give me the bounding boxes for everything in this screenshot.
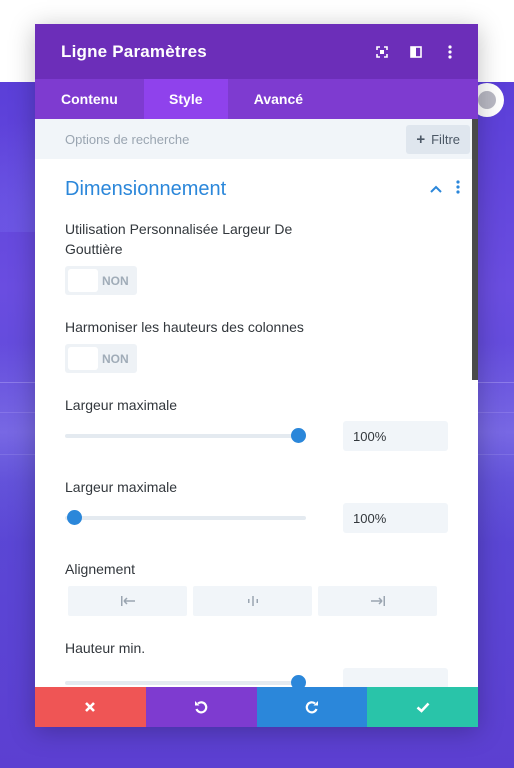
- modal-title: Ligne Paramètres: [61, 41, 207, 61]
- field-label: Harmoniser les hauteurs des colonnes: [65, 319, 304, 335]
- search-row: Options de recherche + Filtre: [35, 119, 478, 159]
- filter-button[interactable]: + Filtre: [406, 124, 470, 154]
- row-settings-modal: Ligne Paramètres Contenu Style Avancé Op…: [35, 24, 478, 727]
- section-title: Dimensionnement: [65, 177, 227, 200]
- sidebar-icon[interactable]: [408, 44, 424, 60]
- redo-button[interactable]: [256, 687, 368, 727]
- scrollbar[interactable]: [472, 119, 478, 380]
- plus-icon: +: [416, 130, 426, 148]
- right-align-icon: [370, 596, 385, 606]
- more-vertical-icon[interactable]: [456, 179, 460, 199]
- toggle-text: NON: [102, 273, 129, 288]
- settings-scroll-area[interactable]: Options de recherche + Filtre Dimensionn…: [35, 119, 478, 687]
- field-label: Hauteur min.: [65, 640, 146, 656]
- field-min-height: Hauteur min.: [35, 638, 478, 687]
- section-controls: [430, 179, 460, 199]
- tab-contenu[interactable]: Contenu: [35, 79, 144, 119]
- slider-row: [65, 668, 448, 687]
- equalize-toggle[interactable]: NON: [65, 344, 137, 373]
- toggle-text: NON: [102, 351, 129, 366]
- tab-avance[interactable]: Avancé: [228, 79, 329, 119]
- field-max-width-2: Largeur maximale 100%: [35, 477, 478, 533]
- more-vertical-icon[interactable]: [442, 44, 458, 60]
- redo-icon: [305, 701, 318, 714]
- cancel-button[interactable]: [35, 687, 146, 727]
- field-label: Alignement: [65, 561, 136, 577]
- field-alignment: Alignement: [35, 559, 478, 616]
- section-header[interactable]: Dimensionnement: [35, 159, 478, 219]
- min-height-slider[interactable]: [65, 675, 306, 687]
- slider-row: 100%: [65, 503, 448, 533]
- center-align-icon: [247, 596, 258, 606]
- max-width-1-slider[interactable]: [65, 428, 306, 443]
- filter-label: Filtre: [431, 131, 460, 147]
- slider-thumb[interactable]: [291, 428, 306, 443]
- modal-footer: [35, 687, 478, 727]
- max-width-2-input[interactable]: 100%: [343, 503, 448, 533]
- expand-icon[interactable]: [374, 44, 390, 60]
- undo-icon: [195, 701, 208, 714]
- max-width-2-slider[interactable]: [65, 510, 306, 525]
- globe-icon: [478, 91, 496, 109]
- header-icons: [374, 44, 458, 60]
- field-label: Largeur maximale: [65, 397, 178, 413]
- field-label: Largeur maximale: [65, 479, 178, 495]
- alignment-options: [68, 586, 448, 616]
- slider-thumb[interactable]: [291, 675, 306, 687]
- align-center-button[interactable]: [193, 586, 312, 616]
- field-equalize-columns: Harmoniser les hauteurs des colonnes NON: [35, 317, 478, 373]
- modal-tabs: Contenu Style Avancé: [35, 79, 478, 119]
- undo-button[interactable]: [145, 687, 257, 727]
- modal-header[interactable]: Ligne Paramètres: [35, 24, 478, 79]
- field-max-width-1: Largeur maximale 100%: [35, 395, 478, 451]
- field-label: Utilisation Personnalisée Largeur De Gou…: [65, 221, 293, 257]
- gutter-toggle[interactable]: NON: [65, 266, 137, 295]
- toggle-knob: [68, 347, 98, 370]
- max-width-1-input[interactable]: 100%: [343, 421, 448, 451]
- search-input[interactable]: Options de recherche: [65, 132, 189, 147]
- left-align-icon: [120, 596, 135, 606]
- chevron-up-icon[interactable]: [430, 180, 442, 198]
- tab-style[interactable]: Style: [143, 79, 228, 119]
- toggle-knob: [68, 269, 98, 292]
- field-gutter-width: Utilisation Personnalisée Largeur De Gou…: [35, 219, 478, 295]
- save-button[interactable]: [367, 687, 478, 727]
- slider-row: 100%: [65, 421, 448, 451]
- min-height-input[interactable]: [343, 668, 448, 687]
- align-right-button[interactable]: [318, 586, 437, 616]
- close-icon: [85, 702, 96, 712]
- check-icon: [416, 702, 430, 713]
- align-left-button[interactable]: [68, 586, 187, 616]
- slider-thumb[interactable]: [67, 510, 82, 525]
